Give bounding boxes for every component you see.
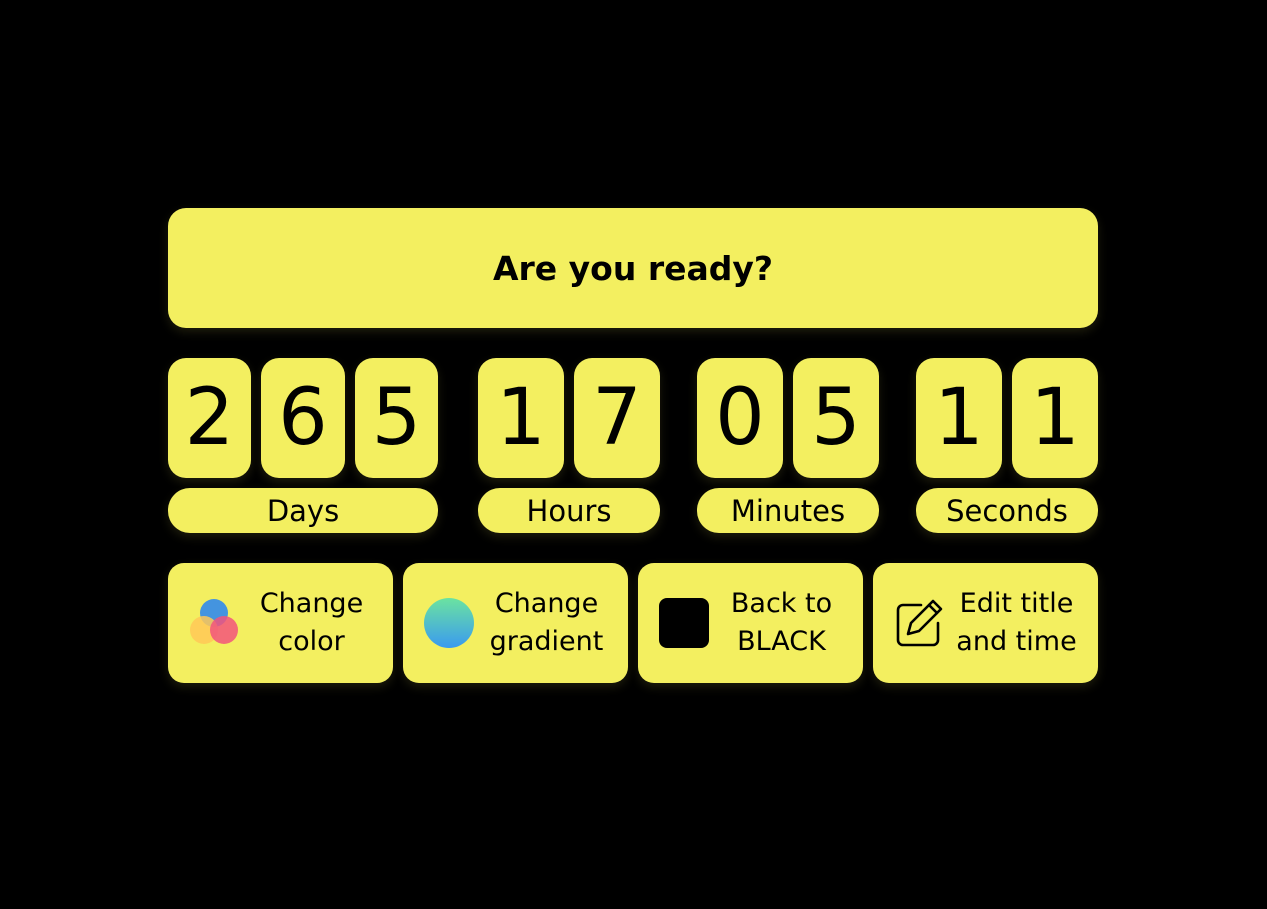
gradient-circle-icon [423,597,475,649]
days-label: Days [168,488,438,533]
countdown-title: Are you ready? [168,208,1098,328]
color-circles-icon [188,597,240,649]
minutes-digit-1: 0 [697,358,783,478]
edit-icon [893,597,945,649]
edit-title-time-label: Edit title and time [956,588,1077,657]
hours-digit-1: 1 [478,358,564,478]
seconds-digit-2: 1 [1012,358,1098,478]
days-digit-3: 5 [355,358,438,478]
black-square-icon [658,597,710,649]
minutes-label: Minutes [697,488,879,533]
back-to-black-label: Back to BLACK [730,588,833,657]
change-gradient-button[interactable]: Change gradient [403,563,628,683]
minutes-digit-2: 5 [793,358,879,478]
change-color-label: Change color [259,588,364,657]
days-digit-1: 2 [168,358,251,478]
seconds-digit-1: 1 [916,358,1002,478]
change-color-button[interactable]: Change color [168,563,393,683]
change-gradient-label: Change gradient [489,588,604,657]
days-digit-2: 6 [261,358,345,478]
hours-digit-2: 7 [574,358,660,478]
back-to-black-button[interactable]: Back to BLACK [638,563,863,683]
seconds-label: Seconds [916,488,1098,533]
hours-label: Hours [478,488,660,533]
edit-title-time-button[interactable]: Edit title and time [873,563,1098,683]
